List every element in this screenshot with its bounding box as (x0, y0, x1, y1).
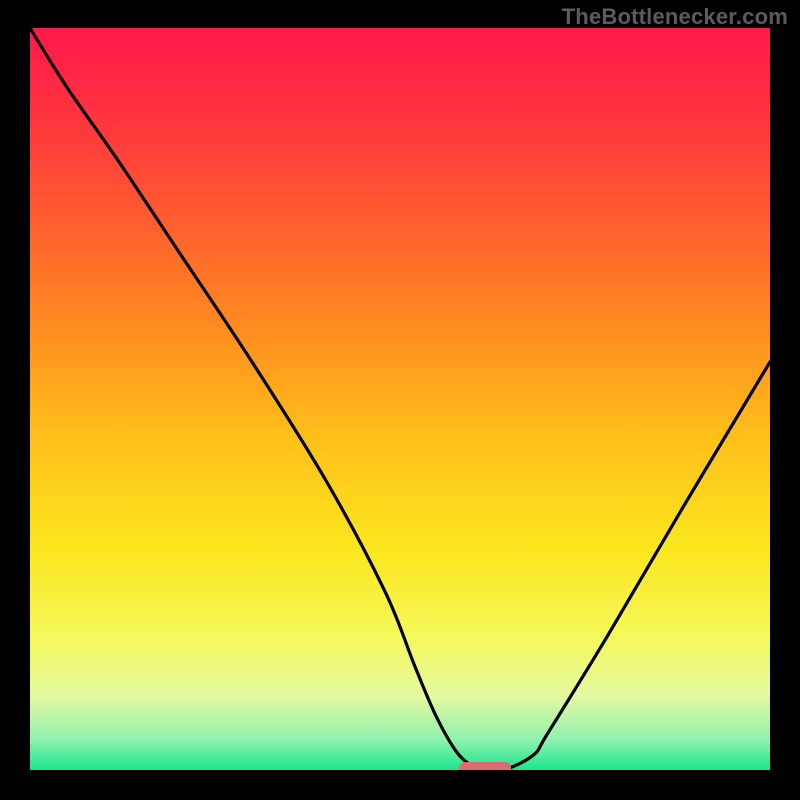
optimal-range-marker (459, 762, 511, 770)
gradient-background (30, 28, 770, 770)
plot-area (30, 28, 770, 770)
chart-container: TheBottleneсker.com (0, 0, 800, 800)
watermark-text: TheBottleneсker.com (562, 4, 788, 30)
bottleneck-chart (30, 28, 770, 770)
